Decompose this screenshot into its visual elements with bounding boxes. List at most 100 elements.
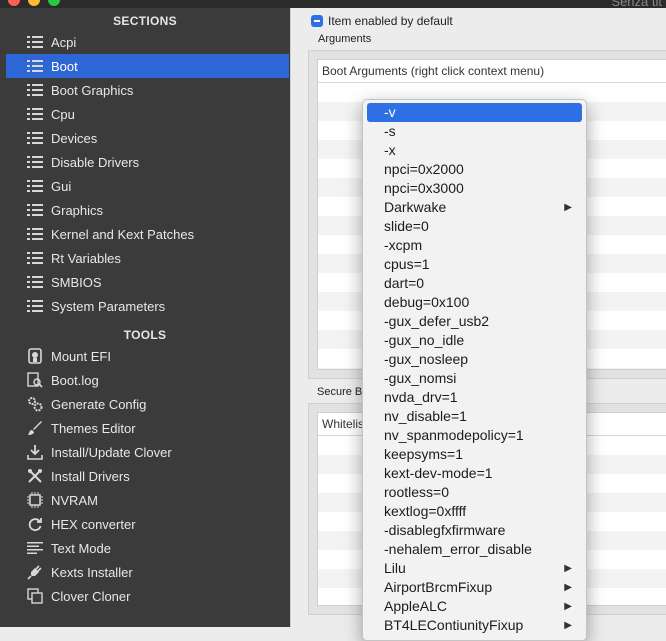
menu-item-gux-no-idle[interactable]: -gux_no_idle <box>367 331 582 350</box>
sidebar-item-label: Acpi <box>51 34 77 50</box>
submenu-arrow-icon: ▶ <box>564 202 572 213</box>
menu-item-label: dart=0 <box>384 275 425 291</box>
menu-item-x[interactable]: -x <box>367 141 582 160</box>
tool-item-kexts-installer[interactable]: Kexts Installer <box>6 560 289 584</box>
menu-item-debug-0x100[interactable]: debug=0x100 <box>367 293 582 312</box>
sidebar-item-graphics[interactable]: Graphics <box>6 198 289 222</box>
menu-item-s[interactable]: -s <box>367 122 582 141</box>
menu-item-nehalem-error-disable[interactable]: -nehalem_error_disable <box>367 540 582 559</box>
submenu-arrow-icon: ▶ <box>564 601 572 612</box>
gears-icon <box>26 395 44 413</box>
close-window-button[interactable] <box>8 0 20 6</box>
submenu-arrow-icon: ▶ <box>564 582 572 593</box>
menu-item-disablegfxfirmware[interactable]: -disablegfxfirmware <box>367 521 582 540</box>
tool-item-themes-editor[interactable]: Themes Editor <box>6 416 289 440</box>
secure-boot-group-title: Secure B <box>317 386 363 398</box>
tool-item-label: Kexts Installer <box>51 564 133 580</box>
list-icon <box>26 201 44 219</box>
list-icon <box>26 153 44 171</box>
menu-item-nvda-drv-1[interactable]: nvda_drv=1 <box>367 388 582 407</box>
list-icon <box>26 129 44 147</box>
tool-item-clover-cloner[interactable]: Clover Cloner <box>6 584 289 608</box>
list-icon <box>26 81 44 99</box>
tools-header: TOOLS <box>123 328 167 342</box>
tool-item-hex-converter[interactable]: HEX converter <box>6 512 289 536</box>
boot-arguments-header: Boot Arguments (right click context menu… <box>318 60 666 83</box>
menu-item-label: -gux_no_idle <box>384 332 465 348</box>
enabled-checkbox-row[interactable]: Item enabled by default <box>311 14 453 28</box>
menu-item-label: AppleALC <box>384 598 448 614</box>
menu-item-dart-0[interactable]: dart=0 <box>367 274 582 293</box>
enabled-checkbox[interactable] <box>311 15 323 27</box>
menu-item-airportbrcmfixup[interactable]: AirportBrcmFixup ▶ <box>367 578 582 597</box>
menu-item-label: nv_spanmodepolicy=1 <box>384 427 524 443</box>
tool-item-mount-efi[interactable]: Mount EFI <box>6 344 289 368</box>
menu-item-npci-0x3000[interactable]: npci=0x3000 <box>367 179 582 198</box>
menu-item-nv-spanmodepolicy-1[interactable]: nv_spanmodepolicy=1 <box>367 426 582 445</box>
sidebar-item-boot-graphics[interactable]: Boot Graphics <box>6 78 289 102</box>
menu-item-label: debug=0x100 <box>384 294 470 310</box>
menu-item-label: -s <box>384 123 396 139</box>
menu-item-kextlog-0xffff[interactable]: kextlog=0xffff <box>367 502 582 521</box>
menu-item-label: -gux_defer_usb2 <box>384 313 490 329</box>
sidebar-item-acpi[interactable]: Acpi <box>6 30 289 54</box>
tools-icon <box>26 467 44 485</box>
tool-item-install-drivers[interactable]: Install Drivers <box>6 464 289 488</box>
minimize-window-button[interactable] <box>28 0 40 6</box>
menu-item-lilu[interactable]: Lilu ▶ <box>367 559 582 578</box>
clone-icon <box>26 587 44 605</box>
tool-item-boot-log[interactable]: Boot.log <box>6 368 289 392</box>
sidebar-item-smbios[interactable]: SMBIOS <box>6 270 289 294</box>
sidebar-item-cpu[interactable]: Cpu <box>6 102 289 126</box>
menu-item-label: kext-dev-mode=1 <box>384 465 493 481</box>
text-lines-icon <box>26 539 44 557</box>
sidebar-item-devices[interactable]: Devices <box>6 126 289 150</box>
list-icon <box>26 273 44 291</box>
list-icon <box>26 105 44 123</box>
sidebar-item-label: Kernel and Kext Patches <box>51 226 195 242</box>
tool-item-label: Text Mode <box>51 540 111 556</box>
sidebar-item-label: Graphics <box>51 202 104 218</box>
download-icon <box>26 443 44 461</box>
sidebar-item-gui[interactable]: Gui <box>6 174 289 198</box>
sidebar-item-kernel-and-kext-patches[interactable]: Kernel and Kext Patches <box>6 222 289 246</box>
tool-item-install-update-clover[interactable]: Install/Update Clover <box>6 440 289 464</box>
menu-item-cpus-1[interactable]: cpus=1 <box>367 255 582 274</box>
chip-icon <box>26 491 44 509</box>
menu-item-gux-nomsi[interactable]: -gux_nomsi <box>367 369 582 388</box>
sidebar-item-disable-drivers[interactable]: Disable Drivers <box>6 150 289 174</box>
menu-item-npci-0x2000[interactable]: npci=0x2000 <box>367 160 582 179</box>
tool-item-label: Install/Update Clover <box>51 444 172 460</box>
zoom-window-button[interactable] <box>48 0 60 6</box>
menu-item-label: cpus=1 <box>384 256 430 272</box>
sidebar-item-boot[interactable]: Boot <box>6 54 289 78</box>
sidebar-item-label: Boot <box>51 58 78 74</box>
menu-item-nv-disable-1[interactable]: nv_disable=1 <box>367 407 582 426</box>
menu-item-label: kextlog=0xffff <box>384 503 467 519</box>
menu-item-label: -disablegfxfirmware <box>384 522 506 538</box>
tool-item-label: HEX converter <box>51 516 136 532</box>
menu-item-v[interactable]: -v <box>367 103 582 122</box>
menu-item-xcpm[interactable]: -xcpm <box>367 236 582 255</box>
menu-item-keepsyms-1[interactable]: keepsyms=1 <box>367 445 582 464</box>
menu-item-label: npci=0x3000 <box>384 180 464 196</box>
menu-item-darkwake[interactable]: Darkwake ▶ <box>367 198 582 217</box>
menu-item-bt4lecontiunityfixup[interactable]: BT4LEContiunityFixup ▶ <box>367 616 582 635</box>
tool-item-generate-config[interactable]: Generate Config <box>6 392 289 416</box>
sidebar-item-system-parameters[interactable]: System Parameters <box>6 294 289 318</box>
brush-icon <box>26 419 44 437</box>
menu-item-gux-nosleep[interactable]: -gux_nosleep <box>367 350 582 369</box>
menu-item-label: keepsyms=1 <box>384 446 463 462</box>
sidebar-item-rt-variables[interactable]: Rt Variables <box>6 246 289 270</box>
menu-item-label: slide=0 <box>384 218 429 234</box>
menu-item-slide-0[interactable]: slide=0 <box>367 217 582 236</box>
menu-item-label: nvda_drv=1 <box>384 389 458 405</box>
menu-item-rootless-0[interactable]: rootless=0 <box>367 483 582 502</box>
menu-item-applealc[interactable]: AppleALC ▶ <box>367 597 582 616</box>
sidebar-item-label: System Parameters <box>51 298 166 314</box>
menu-item-kext-dev-mode-1[interactable]: kext-dev-mode=1 <box>367 464 582 483</box>
tool-item-text-mode[interactable]: Text Mode <box>6 536 289 560</box>
menu-item-gux-defer-usb2[interactable]: -gux_defer_usb2 <box>367 312 582 331</box>
tool-item-label: Boot.log <box>51 372 99 388</box>
tool-item-nvram[interactable]: NVRAM <box>6 488 289 512</box>
